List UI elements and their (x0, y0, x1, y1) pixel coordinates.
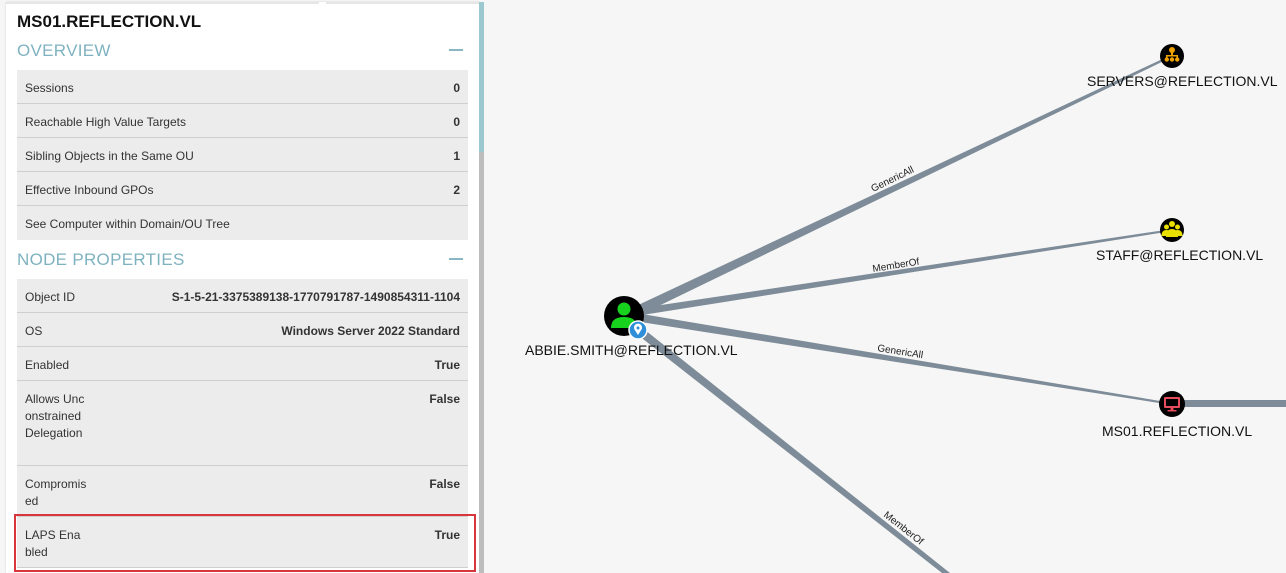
overview-row-domain-tree[interactable]: See Computer within Domain/OU Tree (17, 206, 468, 240)
user-node[interactable] (604, 296, 648, 340)
edge-genericall-servers[interactable] (634, 55, 1172, 315)
computer-node[interactable] (1159, 391, 1185, 417)
row-value: Windows Server 2022 Standard (281, 324, 460, 338)
node-label-ms01[interactable]: MS01.REFLECTION.VL (1102, 423, 1252, 439)
row-label: Effective Inbound GPOs (25, 183, 154, 197)
row-label: Compromised (25, 477, 87, 508)
row-label: Enabled (25, 358, 70, 372)
row-value: False (429, 392, 460, 406)
panel-tab-strip (6, 2, 479, 4)
row-label: OS (25, 324, 43, 338)
overview-row-sibling-objects[interactable]: Sibling Objects in the Same OU 1 (17, 138, 468, 172)
overview-collapse-icon[interactable] (449, 49, 463, 51)
graph-edges (634, 55, 1286, 573)
overview-row-sessions[interactable]: Sessions 0 (17, 70, 468, 104)
overview-row-inbound-gpos[interactable]: Effective Inbound GPOs 2 (17, 172, 468, 206)
node-label-staff[interactable]: STAFF@REFLECTION.VL (1096, 247, 1263, 263)
row-value: 0 (453, 115, 460, 129)
row-label: Allows Unconstrained Delegation (25, 392, 85, 440)
panel-node-title: MS01.REFLECTION.VL (17, 12, 202, 31)
owned-marker-icon (628, 320, 648, 340)
row-label: Sessions (25, 81, 74, 95)
row-label: Reachable High Value Targets (25, 115, 186, 129)
panel-scrollbar-thumb[interactable] (479, 2, 484, 152)
staff-group-node[interactable] (1160, 218, 1184, 242)
node-properties-collapse-icon[interactable] (449, 258, 463, 260)
row-value: S-1-5-21-3375389138-1770791787-149085431… (171, 290, 460, 304)
panel-tab-strip-right (326, 2, 479, 4)
row-value: True (434, 358, 460, 372)
node-label-abbie-smith[interactable]: ABBIE.SMITH@REFLECTION.VL (525, 342, 738, 358)
row-value: 0 (453, 81, 460, 95)
row-value: 1 (453, 149, 460, 163)
laps-highlight-box (14, 514, 476, 572)
property-row-object-id: Object ID S-1-5-21-3375389138-1770791787… (17, 279, 468, 313)
panel-tab-strip-left (6, 2, 319, 4)
property-row-os: OS Windows Server 2022 Standard (17, 313, 468, 347)
row-value: 2 (453, 183, 460, 197)
overview-row-reachable-hvt[interactable]: Reachable High Value Targets 0 (17, 104, 468, 138)
servers-group-node[interactable] (1160, 44, 1184, 68)
property-row-unconstrained-delegation: Allows Unconstrained Delegation False (17, 381, 468, 466)
row-value: False (429, 477, 460, 491)
property-row-compromised: Compromised False (17, 466, 468, 517)
row-label: Sibling Objects in the Same OU (25, 149, 194, 163)
edge-memberof-offscreen[interactable] (634, 326, 950, 573)
overview-heading[interactable]: OVERVIEW (17, 41, 111, 61)
node-label-servers[interactable]: SERVERS@REFLECTION.VL (1087, 73, 1278, 89)
row-label: Object ID (25, 290, 76, 304)
edge-ms01-offscreen[interactable] (1172, 400, 1286, 407)
node-info-panel: MS01.REFLECTION.VL OVERVIEW Sessions 0 R… (6, 2, 479, 573)
property-row-enabled: Enabled True (17, 347, 468, 381)
row-label: See Computer within Domain/OU Tree (25, 217, 230, 231)
node-properties-heading[interactable]: NODE PROPERTIES (17, 250, 185, 270)
